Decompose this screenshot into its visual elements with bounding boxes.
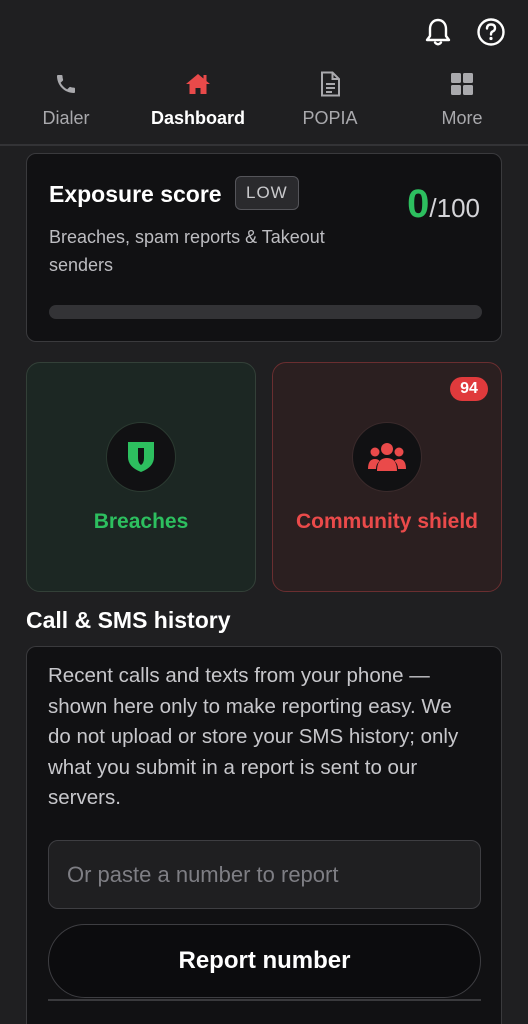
exposure-score-subtitle: Breaches, spam reports & Takeout senders (49, 227, 325, 275)
group-icon (352, 422, 422, 492)
community-shield-label: Community shield (295, 510, 479, 533)
exposure-score-max: /100 (429, 193, 480, 223)
tab-dashboard[interactable]: Dashboard (132, 62, 264, 144)
help-icon[interactable] (475, 16, 507, 48)
shield-icon (106, 422, 176, 492)
document-icon (315, 69, 345, 99)
tab-popia[interactable]: POPIA (264, 62, 396, 144)
tab-dashboard-label: Dashboard (150, 108, 246, 128)
divider (48, 999, 481, 1001)
main-tabs: Dialer Dashboard POPIA More (0, 62, 528, 146)
phone-icon (51, 69, 81, 99)
exposure-progress-bar (49, 305, 482, 319)
call-sms-history-title: Call & SMS history (26, 607, 231, 633)
tab-more[interactable]: More (396, 62, 528, 144)
home-icon (183, 69, 213, 99)
call-sms-history-description: Recent calls and texts from your phone —… (48, 664, 459, 809)
exposure-level-badge: LOW (235, 176, 299, 210)
community-shield-tile[interactable]: 94 Community shield (272, 362, 502, 592)
tab-dialer-label: Dialer (42, 108, 90, 128)
exposure-score-readout: 0 /100 (407, 182, 480, 227)
breaches-label: Breaches (93, 510, 189, 533)
app-screen: Dialer Dashboard POPIA More Exposure sco… (0, 0, 528, 1024)
tab-popia-label: POPIA (302, 108, 358, 128)
top-action-bar (0, 0, 528, 62)
exposure-score-title: Exposure score (49, 181, 222, 207)
tab-more-label: More (441, 108, 483, 128)
bell-icon[interactable] (422, 16, 454, 48)
report-number-button[interactable]: Report number (48, 924, 481, 998)
grid-icon (447, 69, 477, 99)
call-sms-history-card: Recent calls and texts from your phone —… (26, 646, 502, 1024)
community-shield-count-badge: 94 (450, 377, 488, 401)
exposure-score-card: Exposure score LOW 0 /100 Breaches, spam… (26, 153, 502, 342)
exposure-score-value: 0 (407, 182, 430, 226)
breaches-tile[interactable]: Breaches (26, 362, 256, 592)
report-number-input[interactable] (48, 840, 481, 909)
tab-dialer[interactable]: Dialer (0, 62, 132, 144)
